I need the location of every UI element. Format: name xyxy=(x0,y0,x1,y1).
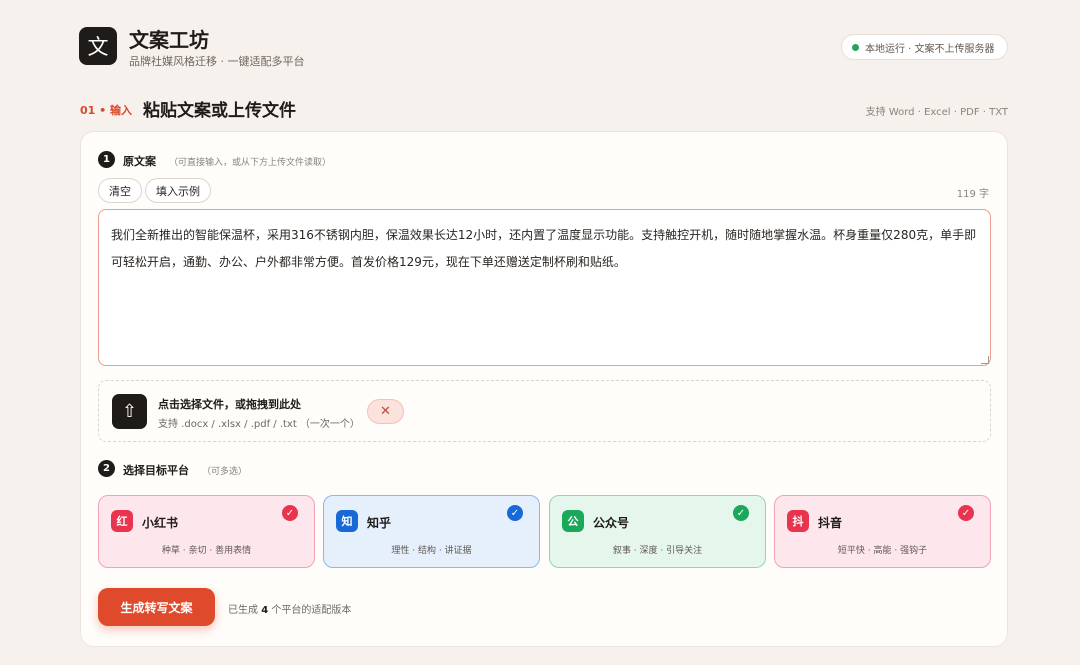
status-dot-icon xyxy=(852,43,859,51)
platforms-label: 选择目标平台 xyxy=(123,464,189,477)
platform-name: 公众号 xyxy=(593,516,630,530)
step-number: 01 • 输入 xyxy=(80,104,132,117)
resize-handle-icon[interactable] xyxy=(981,356,989,364)
xiaohongshu-icon: 红 xyxy=(111,510,133,532)
dropzone-title: 点击选择文件，或拖拽到此处 xyxy=(158,398,301,411)
generate-status-suffix: 个平台的适配版本 xyxy=(268,605,352,616)
page: 文 文案工坊 品牌社媒风格迁移 · 一键适配多平台 本地运行 · 文案不上传服务… xyxy=(0,0,1080,665)
platform-tags: 短平快 · 高能 · 强钩子 xyxy=(837,546,928,556)
clear-file-button[interactable]: ✕ xyxy=(367,399,404,424)
section-badge-platforms: 2 xyxy=(98,460,115,477)
platform-card-zhihu[interactable]: 知 知乎 ✓ 理性 · 结构 · 讲证据 xyxy=(323,495,540,568)
section-badge-source: 1 xyxy=(98,151,115,168)
upload-icon: ⇧ xyxy=(112,394,147,429)
platform-card-wechat-official[interactable]: 公 公众号 ✓ 叙事 · 深度 · 引导关注 xyxy=(549,495,766,568)
zhihu-icon: 知 xyxy=(336,510,358,532)
char-count: 119 字 xyxy=(956,189,989,200)
source-text-input[interactable]: 我们全新推出的智能保温杯，采用316不锈钢内胆，保温效果长达12小时，还内置了温… xyxy=(98,209,991,366)
source-label: 原文案 xyxy=(123,155,156,168)
generate-status-prefix: 已生成 xyxy=(228,605,262,616)
check-icon: ✓ xyxy=(733,505,749,521)
status-badge: 本地运行 · 文案不上传服务器 xyxy=(841,34,1008,60)
input-card: 1 原文案 （可直接输入，或从下方上传文件读取） 清空 填入示例 119 字 我… xyxy=(80,131,1008,647)
step-title: 粘贴文案或上传文件 xyxy=(143,101,296,121)
wechat-official-icon: 公 xyxy=(562,510,584,532)
platform-name: 抖音 xyxy=(818,516,843,530)
check-icon: ✓ xyxy=(958,505,974,521)
platform-name: 小红书 xyxy=(142,516,179,530)
app-logo: 文 xyxy=(79,27,117,65)
status-text: 本地运行 · 文案不上传服务器 xyxy=(865,43,995,55)
platform-card-douyin[interactable]: 抖 抖音 ✓ 短平快 · 高能 · 强钩子 xyxy=(774,495,991,568)
platforms-hint: （可多选） xyxy=(202,467,248,477)
platform-tags: 叙事 · 深度 · 引导关注 xyxy=(612,546,703,556)
platform-name: 知乎 xyxy=(367,516,392,530)
check-icon: ✓ xyxy=(507,505,523,521)
app-subtitle: 品牌社媒风格迁移 · 一键适配多平台 xyxy=(129,55,305,68)
app-title: 文案工坊 xyxy=(129,28,209,52)
platform-card-xiaohongshu[interactable]: 红 小红书 ✓ 种草 · 亲切 · 善用表情 xyxy=(98,495,315,568)
file-dropzone[interactable]: ⇧ 点击选择文件，或拖拽到此处 支持 .docx / .xlsx / .pdf … xyxy=(98,380,991,442)
check-icon: ✓ xyxy=(282,505,298,521)
generate-button[interactable]: 生成转写文案 xyxy=(98,588,215,626)
fill-example-button[interactable]: 填入示例 xyxy=(145,178,211,203)
supported-formats: 支持 Word · Excel · PDF · TXT xyxy=(865,107,1008,118)
source-hint: （可直接输入，或从下方上传文件读取） xyxy=(169,158,332,168)
platform-tags: 理性 · 结构 · 讲证据 xyxy=(391,546,472,556)
platform-tags: 种草 · 亲切 · 善用表情 xyxy=(161,546,252,556)
douyin-icon: 抖 xyxy=(787,510,809,532)
generate-status: 已生成 4 个平台的适配版本 xyxy=(228,601,351,616)
dropzone-subtitle: 支持 .docx / .xlsx / .pdf / .txt （一次一个） xyxy=(158,419,360,430)
clear-button[interactable]: 清空 xyxy=(98,178,142,203)
